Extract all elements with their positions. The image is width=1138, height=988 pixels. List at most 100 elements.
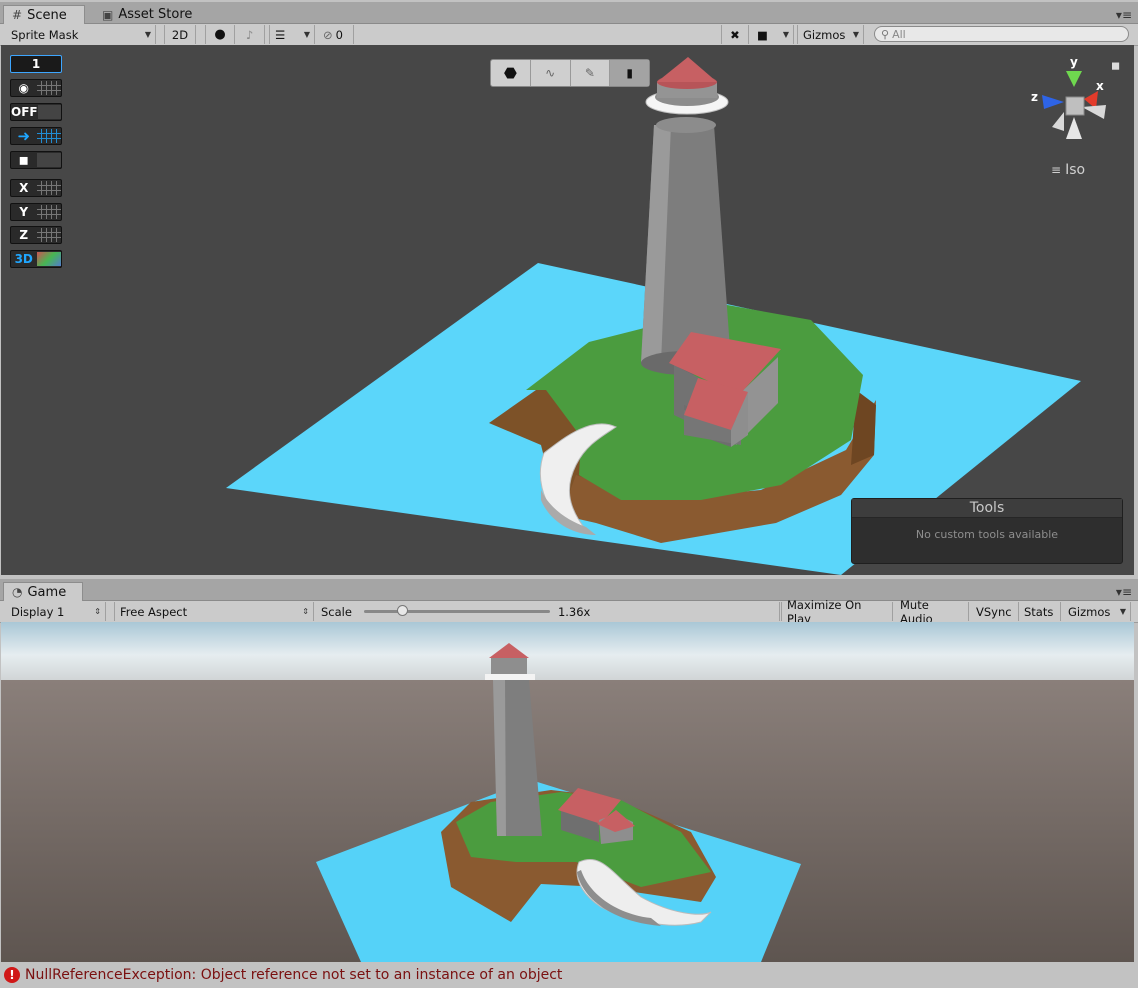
game-tabstrip: ◔ Game ▾≡ bbox=[0, 579, 1138, 601]
pen-icon: ✎ bbox=[584, 66, 595, 80]
camera-dropdown[interactable]: ■ ▼ bbox=[752, 25, 794, 44]
view-tool-plane[interactable]: ▮ bbox=[610, 60, 649, 86]
window-menu-icon[interactable]: ▾≡ bbox=[1116, 585, 1132, 599]
grid-icon bbox=[37, 81, 61, 95]
game-lighthouse-gallery bbox=[485, 674, 535, 680]
y-axis-cone bbox=[1066, 71, 1082, 87]
2d-toggle-label: 2D bbox=[171, 27, 189, 42]
updown-arrow-icon: ⇕ bbox=[94, 607, 101, 616]
axis-z-grid-toggle[interactable]: Z bbox=[10, 226, 62, 244]
dropdown-arrow-icon: ▼ bbox=[144, 30, 151, 39]
sky bbox=[1, 622, 1134, 682]
tab-scene-label: Scene bbox=[27, 7, 67, 23]
gizmo-lock-icon[interactable]: ◼ bbox=[1111, 59, 1120, 72]
scale-slider-track[interactable] bbox=[363, 605, 550, 616]
visibility-grid-toggle[interactable]: ◉ bbox=[10, 79, 62, 97]
grid-icon bbox=[37, 205, 61, 219]
gizmos-dropdown[interactable]: Gizmos ▼ bbox=[797, 25, 864, 44]
game-gizmos-label: Gizmos bbox=[1068, 604, 1111, 619]
display-label: Display 1 bbox=[11, 604, 65, 619]
3d-grid-toggle[interactable]: 3D bbox=[10, 250, 62, 268]
grid-icon bbox=[37, 181, 61, 195]
neg-x-cone bbox=[1052, 112, 1064, 131]
gizmo-y-label: y bbox=[1070, 55, 1078, 69]
error-message: NullReferenceException: Object reference… bbox=[25, 967, 563, 983]
aspect-label: Free Aspect bbox=[120, 604, 188, 619]
projection-toggle[interactable]: ≡ Iso bbox=[1051, 162, 1085, 178]
hamburger-icon: ≡ bbox=[1051, 163, 1062, 177]
draw-mode-dropdown[interactable]: Sprite Mask ▼ bbox=[6, 25, 156, 44]
stats-toggle[interactable]: Stats bbox=[1019, 602, 1061, 621]
scale-control: Scale 1.36x bbox=[316, 602, 780, 621]
projection-label: Iso bbox=[1065, 162, 1086, 178]
store-icon: ▣ bbox=[102, 7, 114, 22]
dropdown-arrow-icon: ▼ bbox=[1119, 607, 1126, 616]
snap-off-toggle[interactable]: OFF bbox=[10, 103, 62, 121]
scale-slider-thumb[interactable] bbox=[397, 605, 409, 616]
updown-arrow-icon: ⇕ bbox=[302, 607, 309, 616]
view-tool-path[interactable]: ∿ bbox=[531, 60, 571, 86]
tab-asset-store-label: Asset Store bbox=[118, 7, 193, 22]
aspect-dropdown[interactable]: Free Aspect ⇕ bbox=[114, 602, 314, 621]
tab-game[interactable]: ◔ Game bbox=[3, 582, 83, 601]
game-render bbox=[1, 622, 1134, 962]
axis-y-grid-toggle[interactable]: Y bbox=[10, 203, 62, 221]
view-tools-strip: ⬣ ∿ ✎ ▮ bbox=[490, 59, 650, 87]
orientation-gizmo[interactable]: y x z bbox=[1026, 55, 1121, 152]
effects-dropdown[interactable]: ☰ ▼ bbox=[269, 25, 315, 44]
mute-audio-toggle[interactable]: Mute Audio bbox=[895, 598, 969, 626]
axis-x-grid-toggle[interactable]: X bbox=[10, 179, 62, 197]
axis-z-label: Z bbox=[19, 228, 29, 242]
lighting-toggle-button[interactable]: ● bbox=[205, 25, 235, 44]
grid-icon bbox=[37, 228, 61, 242]
neg-z-cone bbox=[1082, 105, 1106, 119]
2d-toggle-button[interactable]: 2D bbox=[164, 25, 196, 44]
tab-asset-store[interactable]: ▣ Asset Store bbox=[94, 5, 200, 24]
dropdown-arrow-icon: ▼ bbox=[852, 30, 859, 39]
cube-icon: ⬣ bbox=[503, 64, 517, 82]
game-lantern-room bbox=[491, 658, 527, 674]
scene-viewport[interactable]: ⬣ ∿ ✎ ▮ 1 ◉ OFF ➜ ◼ X Y Z 3D y x z ◼ ≡ I… bbox=[1, 45, 1134, 575]
eye-slash-icon: ⊘ bbox=[323, 27, 333, 42]
axis-x-label: X bbox=[19, 181, 29, 195]
tools-overlay-panel: Tools No custom tools available bbox=[851, 498, 1123, 564]
path-icon: ∿ bbox=[545, 66, 556, 80]
hidden-objects-toggle[interactable]: ⊘ 0 bbox=[318, 25, 354, 44]
layer-number-field[interactable]: 1 bbox=[10, 55, 62, 73]
view-tool-cube[interactable]: ⬣ bbox=[491, 60, 531, 86]
lock-icon: ◼ bbox=[18, 153, 29, 167]
layers-icon: ☰ bbox=[275, 27, 286, 42]
dropdown-arrow-icon: ▼ bbox=[782, 30, 789, 39]
lock-toggle[interactable]: ◼ bbox=[10, 151, 62, 169]
toggle-knob bbox=[37, 153, 61, 167]
audio-toggle-button[interactable]: ♪ bbox=[235, 25, 265, 44]
scene-tabstrip: # Scene ▣ Asset Store ▾≡ bbox=[0, 2, 1138, 24]
neg-y-cone bbox=[1066, 117, 1082, 139]
axis-y-label: Y bbox=[19, 205, 29, 219]
grid-3d-icon bbox=[37, 252, 61, 266]
tab-scene[interactable]: # Scene bbox=[3, 5, 85, 24]
draw-mode-label: Sprite Mask bbox=[11, 27, 79, 42]
scale-value: 1.36x bbox=[557, 604, 591, 619]
gizmo-center-cube bbox=[1065, 96, 1085, 116]
hidden-count: 0 bbox=[335, 27, 343, 42]
display-dropdown[interactable]: Display 1 ⇕ bbox=[6, 602, 106, 621]
tab-game-label: Game bbox=[27, 584, 67, 600]
scene-search-input[interactable]: ⚲ All bbox=[874, 26, 1129, 42]
maximize-on-play-toggle[interactable]: Maximize On Play bbox=[781, 598, 893, 626]
stats-label: Stats bbox=[1024, 604, 1054, 619]
tools-toggle-button[interactable]: ✖ bbox=[721, 25, 749, 44]
eye-icon: ◉ bbox=[18, 81, 29, 95]
move-grid-toggle[interactable]: ➜ bbox=[10, 127, 62, 145]
grid-icon bbox=[37, 129, 61, 143]
vsync-toggle[interactable]: VSync bbox=[971, 602, 1019, 621]
view-tool-pen[interactable]: ✎ bbox=[571, 60, 611, 86]
game-viewport[interactable] bbox=[1, 622, 1134, 962]
lighthouse-roof bbox=[657, 57, 717, 82]
window-menu-icon[interactable]: ▾≡ bbox=[1116, 8, 1132, 22]
3d-label: 3D bbox=[14, 252, 33, 266]
axis-gizmo-graphic bbox=[1042, 71, 1106, 139]
game-gizmos-dropdown[interactable]: Gizmos ▼ bbox=[1063, 602, 1131, 621]
layer-number: 1 bbox=[31, 57, 41, 71]
console-status-bar[interactable]: ! NullReferenceException: Object referen… bbox=[0, 962, 1138, 988]
